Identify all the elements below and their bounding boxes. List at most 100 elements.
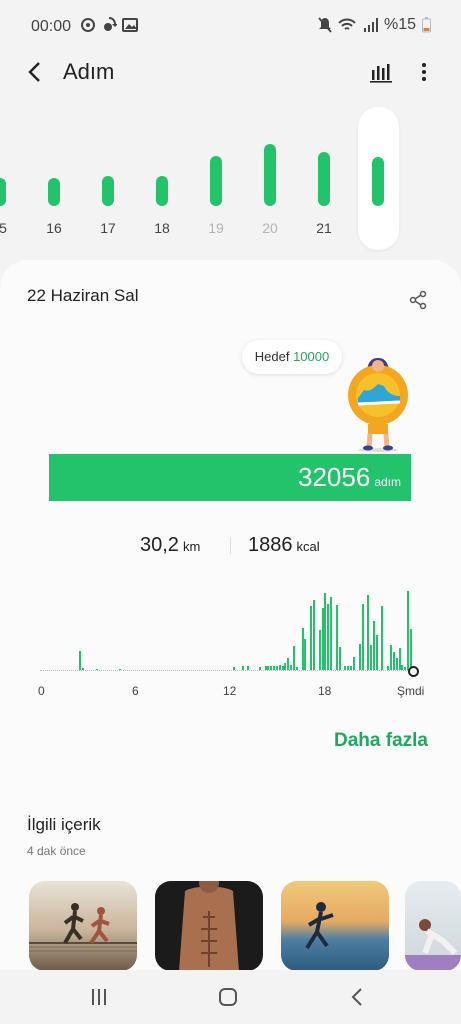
week-bar-16[interactable]	[48, 178, 60, 206]
hourly-bar	[281, 666, 284, 670]
hourly-steps-chart: 0 6 12 18 Şmdi	[30, 560, 430, 700]
hourly-bar	[278, 665, 281, 670]
steps-count: 32056	[298, 462, 371, 492]
stats-row: 30,2 km 1886 kcal	[0, 534, 461, 558]
hourly-bar	[119, 669, 122, 670]
hourly-bar	[273, 666, 276, 670]
hourly-bar	[290, 665, 293, 670]
battery-icon	[422, 17, 431, 33]
week-day-label[interactable]: 21	[309, 220, 339, 236]
calories-unit: kcal	[296, 539, 320, 554]
wifi-icon	[338, 18, 356, 30]
week-day-label[interactable]: 16	[39, 220, 69, 236]
hourly-bar	[387, 666, 390, 670]
weekly-steps-chart[interactable]: 10000 5161718192021 22	[0, 100, 461, 344]
hourly-bar	[407, 591, 410, 670]
distance-wrap: 30,2 km	[140, 534, 200, 557]
status-time: 00:00	[31, 18, 72, 35]
hourly-bar	[301, 628, 304, 670]
hourly-bar	[352, 657, 355, 670]
mute-icon	[318, 17, 332, 33]
hourly-bar	[81, 668, 84, 670]
back-arrow-icon[interactable]	[24, 60, 48, 84]
signal-icon	[363, 18, 378, 32]
hourly-bar	[392, 652, 395, 670]
hourly-bar	[372, 621, 375, 670]
runners-image	[29, 903, 137, 952]
hourly-bar	[96, 669, 99, 670]
hourly-bar	[284, 663, 287, 670]
more-options-icon[interactable]	[416, 60, 432, 84]
share-icon[interactable]	[408, 290, 428, 310]
sync-status-icon	[104, 17, 117, 31]
hourly-bar	[367, 595, 370, 670]
home-icon[interactable]	[217, 986, 239, 1008]
related-thumb-runners[interactable]	[29, 881, 137, 971]
hour-tick-6: 6	[132, 684, 139, 698]
hour-tick-18: 18	[318, 684, 332, 698]
week-day-label[interactable]: 19	[201, 220, 231, 236]
hour-tick-now: Şmdi	[397, 684, 425, 698]
more-link[interactable]: Daha fazla	[334, 730, 428, 752]
hourly-bar	[247, 666, 250, 670]
now-marker	[408, 666, 419, 677]
week-day-label[interactable]: 18	[147, 220, 177, 236]
hourly-bar	[287, 658, 290, 670]
week-bar-18[interactable]	[156, 176, 168, 206]
hour-tick-12: 12	[223, 684, 237, 698]
week-day-label[interactable]: 17	[93, 220, 123, 236]
hourly-bar	[293, 646, 296, 670]
distance-unit: km	[182, 539, 201, 554]
week-bar-19[interactable]	[210, 156, 222, 206]
hourly-bar	[358, 644, 361, 670]
hourly-bar	[241, 666, 244, 670]
abs-image	[179, 881, 239, 971]
day-card: 22 Haziran Sal Hedef 10000 32056 adım 30,…	[0, 260, 461, 980]
week-day-label[interactable]: 5	[0, 220, 18, 236]
related-thumb-sunset-runner[interactable]	[281, 881, 389, 971]
week-day-label[interactable]: 20	[255, 220, 285, 236]
related-thumb-abs[interactable]	[155, 881, 263, 971]
week-bar-20[interactable]	[264, 144, 276, 206]
back-nav-icon[interactable]	[347, 986, 369, 1008]
hourly-bar	[361, 604, 364, 670]
hourly-bar	[264, 666, 267, 670]
hourly-bar	[404, 667, 407, 670]
hourly-bar	[275, 666, 278, 670]
hourly-bar	[338, 647, 341, 670]
hourly-bar	[233, 667, 236, 670]
status-right: %15	[318, 16, 431, 34]
steps-count-wrap: 32056 adım	[298, 462, 401, 493]
steps-unit: adım	[374, 475, 401, 489]
yoga-image	[405, 919, 461, 971]
week-bar-5[interactable]	[0, 178, 6, 206]
gallery-status-icon	[122, 18, 138, 32]
page-title: Adım	[63, 59, 115, 84]
battery-percent: %15	[383, 16, 416, 33]
hourly-bar	[381, 606, 384, 670]
hourly-bar	[321, 608, 324, 670]
status-bar: 00:00 %15	[0, 0, 461, 52]
recent-apps-icon[interactable]	[88, 986, 110, 1008]
hourly-bar	[344, 666, 347, 670]
stats-divider	[230, 538, 231, 554]
selected-date: 22 Haziran Sal	[27, 286, 139, 305]
steps-progress-bar: 32056 adım	[49, 454, 411, 501]
goal-bubble: Hedef 10000	[242, 340, 342, 374]
hourly-bar	[350, 666, 353, 670]
related-thumb-yoga[interactable]	[405, 881, 461, 971]
goal-prefix: Hedef	[254, 349, 290, 364]
hourly-bar	[401, 665, 404, 670]
hourly-bar	[375, 635, 378, 670]
week-bar-21[interactable]	[318, 152, 330, 206]
distance-value: 30,2	[140, 534, 179, 556]
hour-tick-0: 0	[38, 684, 45, 698]
app-bar: Adım	[0, 52, 461, 94]
hourly-bar	[398, 648, 401, 670]
bar-chart-icon[interactable]	[369, 60, 393, 84]
calories-value: 1886	[248, 534, 293, 556]
hourly-bar	[395, 658, 398, 670]
week-bar-17[interactable]	[102, 176, 114, 206]
hourly-bar	[370, 645, 373, 670]
week-bar-22[interactable]	[372, 157, 384, 206]
